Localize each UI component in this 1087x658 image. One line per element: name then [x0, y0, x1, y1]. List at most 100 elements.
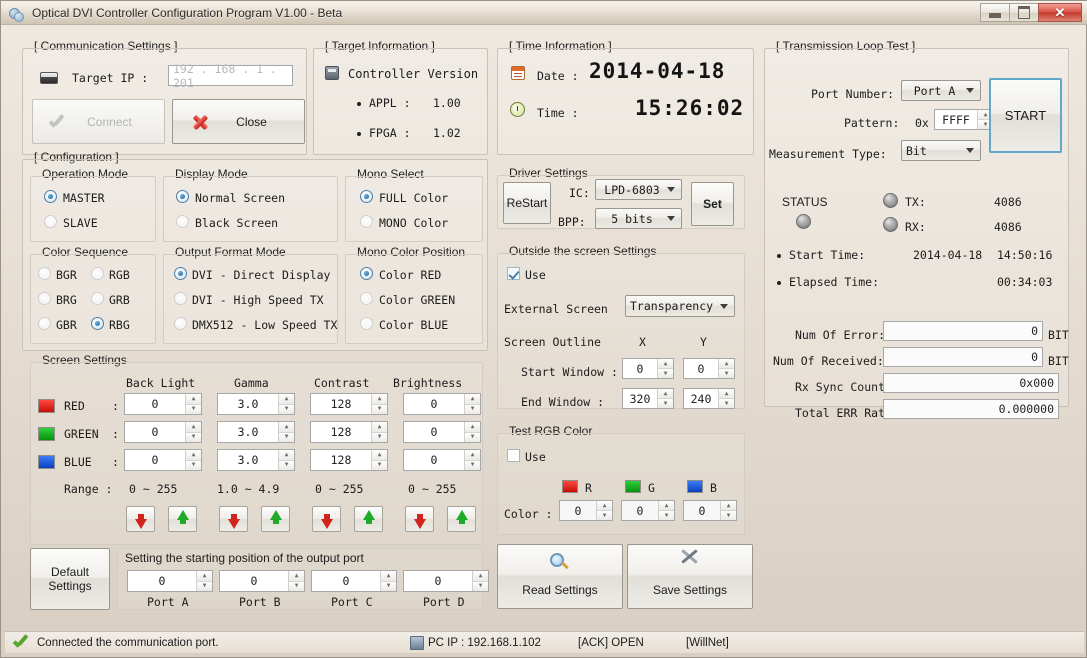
- color-r-input[interactable]: 0 ▲ ▼: [559, 500, 613, 521]
- radio-mono-color[interactable]: [360, 215, 373, 228]
- test-rgb-use-checkbox[interactable]: [507, 449, 520, 462]
- radio-gbr-label: GBR: [56, 318, 77, 332]
- radio-slave[interactable]: [44, 215, 57, 228]
- external-screen-select[interactable]: Transparency: [625, 295, 735, 317]
- range-brightness: 0 ~ 255: [408, 482, 457, 496]
- radio-gbr[interactable]: [38, 317, 51, 330]
- radio-color-red[interactable]: [360, 267, 373, 280]
- outside-use-label: Use: [525, 268, 546, 282]
- port-number-select[interactable]: Port A: [901, 80, 981, 101]
- radio-color-blue[interactable]: [360, 317, 373, 330]
- chevron-down-icon: [720, 303, 728, 309]
- default-settings-line1: Default: [50, 565, 90, 579]
- tools-icon: [679, 548, 701, 573]
- fpga-label: FPGA :: [369, 126, 411, 140]
- start-button[interactable]: START: [989, 78, 1062, 153]
- end-window-y-input[interactable]: 240 ▲ ▼: [683, 388, 735, 409]
- close-window-button[interactable]: ✕: [1038, 3, 1082, 22]
- red-backlight-value: 0: [151, 397, 159, 411]
- target-information-group: [ Target Information ] Controller Versio…: [313, 39, 488, 155]
- range-gamma: 1.0 ~ 4.9: [217, 482, 280, 496]
- bpp-select[interactable]: 5 bits: [595, 208, 682, 229]
- radio-rgb[interactable]: [91, 267, 104, 280]
- radio-dvi-direct[interactable]: [174, 267, 187, 280]
- contrast-decrease-button[interactable]: [312, 506, 341, 532]
- radio-grb[interactable]: [91, 292, 104, 305]
- connect-button[interactable]: Connect: [32, 99, 165, 144]
- blue-backlight-input[interactable]: 0 ▲ ▼: [124, 449, 202, 471]
- contrast-increase-button[interactable]: [354, 506, 383, 532]
- port-c-input[interactable]: 0 ▲ ▼: [311, 570, 397, 592]
- col-gamma: Gamma: [234, 376, 269, 390]
- green-contrast-input[interactable]: 128 ▲ ▼: [310, 421, 388, 443]
- red-backlight-input[interactable]: 0 ▲ ▼: [124, 393, 202, 415]
- minimize-button[interactable]: [980, 3, 1009, 22]
- radio-dvi-highspeed[interactable]: [174, 292, 187, 305]
- tx-label: TX:: [905, 195, 926, 209]
- pattern-input[interactable]: FFFF ▲ ▼: [934, 109, 994, 130]
- mono-select-group: Mono Select FULL Color MONO Color: [345, 167, 483, 242]
- set-button[interactable]: Set: [691, 182, 734, 226]
- radio-normal-screen[interactable]: [176, 190, 189, 203]
- blue-gamma-input[interactable]: 3.0 ▲ ▼: [217, 449, 295, 471]
- radio-master[interactable]: [44, 190, 57, 203]
- radio-dmx512[interactable]: [174, 317, 187, 330]
- row-colon-red: :: [112, 399, 119, 413]
- row-colon-blue: :: [112, 455, 119, 469]
- radio-brg[interactable]: [38, 292, 51, 305]
- radio-dvi-direct-label: DVI - Direct Display: [192, 268, 331, 282]
- close-button[interactable]: Close: [172, 99, 305, 144]
- restart-button[interactable]: ReStart: [503, 182, 551, 224]
- measurement-type-select[interactable]: Bit: [901, 140, 981, 161]
- window-controls: ✕: [980, 3, 1087, 23]
- port-b-input[interactable]: 0 ▲ ▼: [219, 570, 305, 592]
- x-header: X: [639, 335, 646, 349]
- save-settings-button[interactable]: Save Settings: [627, 544, 753, 609]
- ic-label: IC:: [569, 186, 590, 200]
- driver-settings-group: Driver Settings ReStart IC: LPD-6803 BPP…: [497, 166, 745, 229]
- gamma-increase-button[interactable]: [261, 506, 290, 532]
- radio-dvi-highspeed-label: DVI - High Speed TX: [192, 293, 324, 307]
- start-window-x-input[interactable]: 0 ▲ ▼: [622, 358, 674, 379]
- radio-color-green[interactable]: [360, 292, 373, 305]
- port-a-input[interactable]: 0 ▲ ▼: [127, 570, 213, 592]
- radio-full-color[interactable]: [360, 190, 373, 203]
- check-icon: [47, 114, 65, 132]
- row-label-red: RED: [64, 399, 85, 413]
- close-button-label: Close: [236, 114, 267, 129]
- backlight-decrease-button[interactable]: [126, 506, 155, 532]
- color-r-value: 0: [574, 503, 582, 518]
- target-ip-input[interactable]: 192 . 168 . 1 . 201: [168, 62, 293, 90]
- start-window-y-input[interactable]: 0 ▲ ▼: [683, 358, 735, 379]
- green-gamma-input[interactable]: 3.0 ▲ ▼: [217, 421, 295, 443]
- radio-bgr[interactable]: [38, 267, 51, 280]
- blue-brightness-input[interactable]: 0 ▲ ▼: [403, 449, 481, 471]
- green-brightness-input[interactable]: 0 ▲ ▼: [403, 421, 481, 443]
- backlight-increase-button[interactable]: [168, 506, 197, 532]
- green-backlight-input[interactable]: 0 ▲ ▼: [124, 421, 202, 443]
- outside-use-checkbox[interactable]: [507, 267, 520, 280]
- red-contrast-input[interactable]: 128 ▲ ▼: [310, 393, 388, 415]
- red-brightness-input[interactable]: 0 ▲ ▼: [403, 393, 481, 415]
- output-port-caption: Setting the starting position of the out…: [125, 551, 364, 565]
- bullet-icon: [777, 254, 781, 258]
- read-settings-button[interactable]: Read Settings: [497, 544, 623, 609]
- ack-status: [ACK] OPEN: [578, 636, 644, 649]
- ic-select[interactable]: LPD-6803: [595, 179, 682, 200]
- brightness-increase-button[interactable]: [447, 506, 476, 532]
- blue-contrast-input[interactable]: 128 ▲ ▼: [310, 449, 388, 471]
- color-b-input[interactable]: 0 ▲ ▼: [683, 500, 737, 521]
- radio-black-screen[interactable]: [176, 215, 189, 228]
- maximize-button[interactable]: [1009, 3, 1038, 22]
- radio-rbg[interactable]: [91, 317, 104, 330]
- measurement-type-label: Measurement Type:: [769, 147, 887, 161]
- test-rgb-use-label: Use: [525, 450, 546, 464]
- port-d-input[interactable]: 0 ▲ ▼: [403, 570, 489, 592]
- gamma-decrease-button[interactable]: [219, 506, 248, 532]
- default-settings-button[interactable]: Default Settings: [30, 548, 110, 610]
- blue-contrast-value: 128: [330, 453, 352, 467]
- end-window-x-input[interactable]: 320 ▲ ▼: [622, 388, 674, 409]
- brightness-decrease-button[interactable]: [405, 506, 434, 532]
- red-gamma-input[interactable]: 3.0 ▲ ▼: [217, 393, 295, 415]
- color-g-input[interactable]: 0 ▲ ▼: [621, 500, 675, 521]
